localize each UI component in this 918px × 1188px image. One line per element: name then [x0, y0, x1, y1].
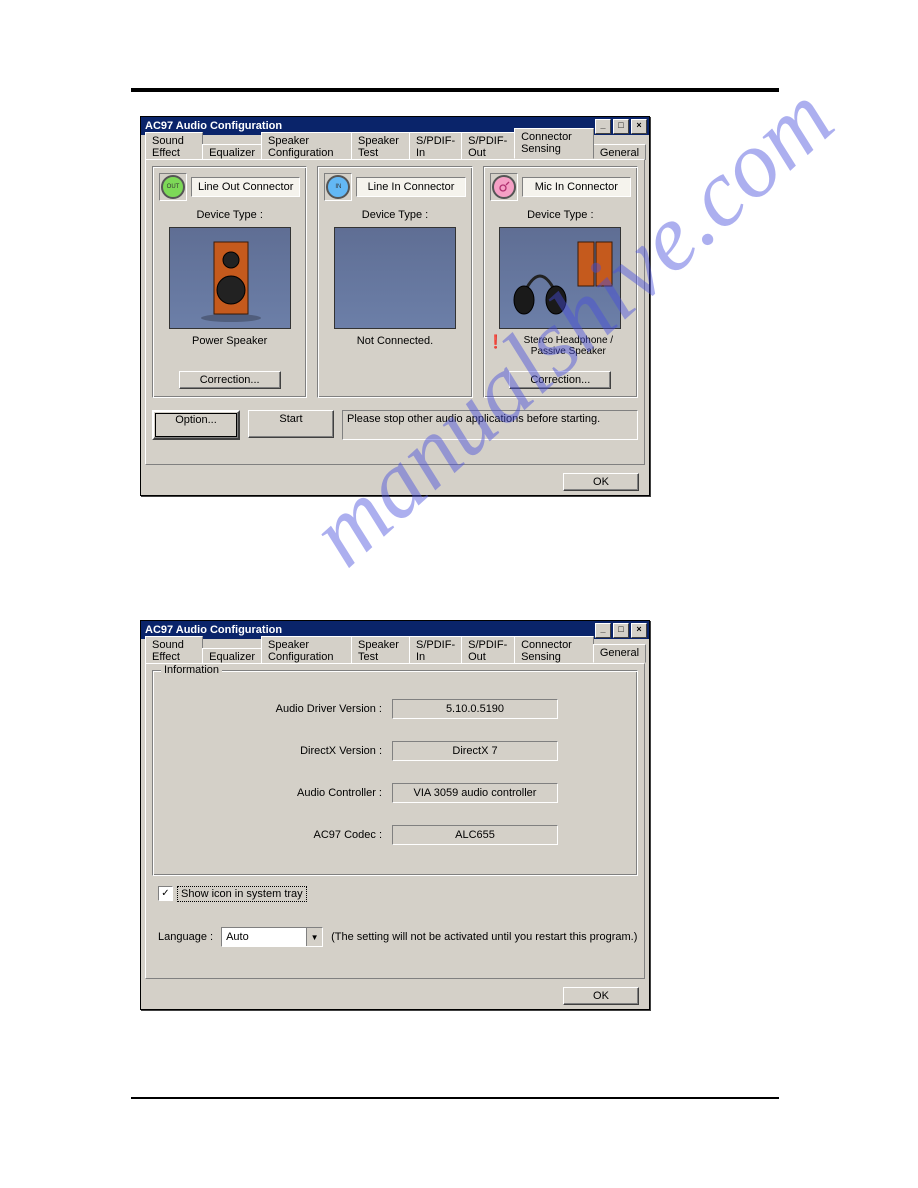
- tab-spdif-out[interactable]: S/PDIF-Out: [461, 132, 515, 160]
- warning-icon: ❗: [490, 335, 502, 349]
- tab-general[interactable]: General: [593, 644, 646, 663]
- device-image-none: [334, 227, 456, 329]
- device-image-speaker: [169, 227, 291, 329]
- information-group: Information Audio Driver Version : 5.10.…: [152, 670, 638, 876]
- show-icon-checkbox[interactable]: ✓: [158, 886, 173, 901]
- language-value: Auto: [222, 931, 306, 943]
- tab-equalizer[interactable]: Equalizer: [202, 144, 262, 160]
- window-title: AC97 Audio Configuration: [145, 624, 595, 636]
- device-type-label: Device Type :: [159, 209, 300, 221]
- info-label-codec: AC97 Codec :: [232, 829, 392, 841]
- message-box: Please stop other audio applications bef…: [342, 410, 638, 440]
- page-divider-top: [131, 88, 779, 92]
- correction-button[interactable]: Correction...: [179, 371, 281, 389]
- info-value-driver: 5.10.0.5190: [392, 699, 558, 719]
- tab-sound-effect[interactable]: Sound Effect: [145, 636, 203, 664]
- maximize-button[interactable]: □: [613, 623, 629, 638]
- info-value-controller: VIA 3059 audio controller: [392, 783, 558, 803]
- tab-spdif-in[interactable]: S/PDIF-In: [409, 636, 462, 664]
- window-connector-sensing: AC97 Audio Configuration _ □ × Sound Eff…: [140, 116, 650, 496]
- device-image-headphone: [499, 227, 621, 329]
- ok-button[interactable]: OK: [563, 473, 639, 491]
- info-label-directx: DirectX Version :: [232, 745, 392, 757]
- maximize-button[interactable]: □: [613, 119, 629, 134]
- jack-icon-pink: [490, 173, 518, 201]
- connector-card-micin: Mic In Connector Device Type :: [483, 166, 638, 398]
- info-label-controller: Audio Controller :: [232, 787, 392, 799]
- minimize-button[interactable]: _: [595, 623, 611, 638]
- tab-speaker-configuration[interactable]: Speaker Configuration: [261, 636, 352, 664]
- page-divider-bottom: [131, 1097, 779, 1099]
- jack-icon-blue: IN: [324, 173, 352, 201]
- close-button[interactable]: ×: [631, 623, 647, 638]
- connector-label: Line Out Connector: [191, 177, 300, 197]
- minimize-button[interactable]: _: [595, 119, 611, 134]
- info-value-directx: DirectX 7: [392, 741, 558, 761]
- language-combo[interactable]: Auto ▼: [221, 927, 323, 947]
- tab-speaker-test[interactable]: Speaker Test: [351, 132, 410, 160]
- device-type-label: Device Type :: [490, 209, 631, 221]
- tab-equalizer[interactable]: Equalizer: [202, 648, 262, 664]
- window-general: AC97 Audio Configuration _ □ × Sound Eff…: [140, 620, 650, 1010]
- device-type-label: Device Type :: [324, 209, 465, 221]
- tab-speaker-configuration[interactable]: Speaker Configuration: [261, 132, 352, 160]
- tab-connector-sensing[interactable]: Connector Sensing: [514, 636, 594, 664]
- ok-button[interactable]: OK: [563, 987, 639, 1005]
- tab-row: Sound Effect Equalizer Speaker Configura…: [145, 139, 645, 159]
- device-name: Stereo Headphone / Passive Speaker: [506, 335, 631, 357]
- connector-label: Mic In Connector: [522, 177, 631, 197]
- start-button[interactable]: Start: [248, 410, 334, 438]
- option-button[interactable]: Option...: [152, 410, 240, 440]
- connector-label: Line In Connector: [356, 177, 465, 197]
- device-name: Not Connected.: [357, 335, 433, 347]
- chevron-down-icon: ▼: [306, 928, 322, 946]
- tab-spdif-in[interactable]: S/PDIF-In: [409, 132, 462, 160]
- group-legend: Information: [161, 664, 222, 676]
- info-value-codec: ALC655: [392, 825, 558, 845]
- info-label-driver: Audio Driver Version :: [232, 703, 392, 715]
- tab-general[interactable]: General: [593, 144, 646, 160]
- tab-connector-sensing[interactable]: Connector Sensing: [514, 128, 594, 159]
- device-name: Power Speaker: [192, 335, 267, 347]
- connector-card-linein: IN Line In Connector Device Type : Not C…: [317, 166, 472, 398]
- jack-icon-green: OUT: [159, 173, 187, 201]
- language-note: (The setting will not be activated until…: [331, 931, 637, 943]
- tab-spdif-out[interactable]: S/PDIF-Out: [461, 636, 515, 664]
- language-label: Language :: [158, 931, 213, 943]
- tab-row: Sound Effect Equalizer Speaker Configura…: [145, 643, 645, 663]
- correction-button[interactable]: Correction...: [509, 371, 611, 389]
- connector-card-lineout: OUT Line Out Connector Device Type : Pow…: [152, 166, 307, 398]
- tab-sound-effect[interactable]: Sound Effect: [145, 132, 203, 160]
- tab-speaker-test[interactable]: Speaker Test: [351, 636, 410, 664]
- show-icon-label: Show icon in system tray: [179, 888, 305, 900]
- close-button[interactable]: ×: [631, 119, 647, 134]
